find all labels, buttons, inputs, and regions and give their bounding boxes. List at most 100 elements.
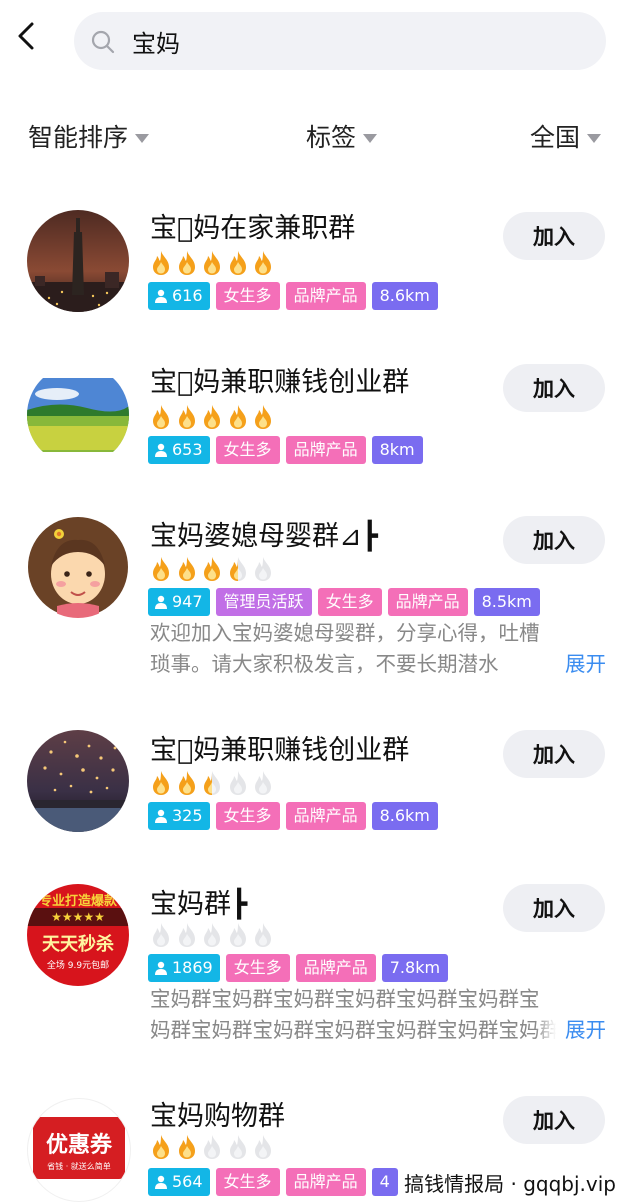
flame-icon xyxy=(229,405,246,429)
group-description: 宝妈群宝妈群宝妈群宝妈群宝妈群宝妈群宝 妈群宝妈群宝妈群宝妈群宝妈群宝妈群宝妈群… xyxy=(150,984,606,1046)
flame-icon xyxy=(153,923,169,947)
person-icon xyxy=(155,1175,167,1189)
flame-icon xyxy=(204,251,220,275)
person-icon xyxy=(155,595,167,609)
tag-badge: 品牌产品 xyxy=(295,954,376,982)
group-avatar-flash-sale: 专业打造爆款 ★★★★★ 天天秒杀 全场 9.9元包邮 xyxy=(27,884,129,986)
region-filter[interactable]: 全国 xyxy=(530,108,602,164)
group-title[interactable]: 宝妈婆媳母婴群⊿┣ xyxy=(150,514,378,553)
activity-rating xyxy=(150,770,278,796)
tag-badge: 女生多 xyxy=(215,436,280,464)
distance-badge: 8.5km xyxy=(473,588,540,616)
avatar-text-line: 天天秒杀 xyxy=(42,934,114,955)
member-count: 564 xyxy=(172,1172,203,1191)
flame-icon xyxy=(255,923,271,947)
group-tags: 325 女生多 品牌产品 8.6km xyxy=(148,802,444,830)
tag-badge: 女生多 xyxy=(215,1168,280,1196)
join-button[interactable]: 加入 xyxy=(503,516,605,564)
flame-icon xyxy=(204,1135,220,1159)
group-title[interactable]: 宝􏿽妈兼职赚钱创业群 xyxy=(150,728,409,767)
activity-rating xyxy=(150,250,278,276)
join-button[interactable]: 加入 xyxy=(503,730,605,778)
flame-icon xyxy=(153,557,169,581)
flame-icon xyxy=(178,923,195,947)
member-count-badge: 325 xyxy=(148,802,210,830)
description-line: 宝妈群宝妈群宝妈群宝妈群宝妈群宝妈群宝 xyxy=(150,987,540,1011)
member-count-badge: 653 xyxy=(148,436,210,464)
member-count-badge: 564 xyxy=(148,1168,210,1196)
tag-filter-label: 标签 xyxy=(306,123,357,152)
expand-link[interactable]: 展开 xyxy=(535,649,606,680)
join-button[interactable]: 加入 xyxy=(503,1096,605,1144)
back-arrow-icon[interactable] xyxy=(8,18,44,54)
sort-filter[interactable]: 智能排序 xyxy=(28,108,150,164)
flame-icon xyxy=(153,251,169,275)
group-tags: 653 女生多 品牌产品 8km xyxy=(148,436,429,464)
flame-icon xyxy=(229,771,246,795)
search-input[interactable] xyxy=(132,12,572,70)
group-avatar-cartoon-girl xyxy=(27,516,129,618)
flame-icon xyxy=(255,405,271,429)
group-title[interactable]: 宝􏿽妈兼职赚钱创业群 xyxy=(150,360,409,399)
group-tags: 616 女生多 品牌产品 8.6km xyxy=(148,282,444,310)
tag-badge: 品牌产品 xyxy=(285,282,366,310)
group-avatar-lanterns xyxy=(27,730,129,832)
member-count: 616 xyxy=(172,286,203,305)
distance-badge: 8.6km xyxy=(371,282,438,310)
tag-badge: 品牌产品 xyxy=(285,802,366,830)
distance-badge: 7.8km xyxy=(381,954,449,982)
flame-icon xyxy=(178,405,195,429)
person-icon xyxy=(155,961,167,975)
activity-rating xyxy=(150,922,278,948)
avatar-text-line: 省钱 · 就送么简单 xyxy=(47,1162,111,1171)
expand-link[interactable]: 展开 xyxy=(535,1015,606,1046)
filter-bar: 智能排序 标签 全国 xyxy=(0,108,632,164)
distance-badge: 8.6km xyxy=(371,802,438,830)
tag-badge: 品牌产品 xyxy=(285,436,366,464)
member-count: 1869 xyxy=(172,958,213,977)
region-filter-label: 全国 xyxy=(530,123,581,152)
group-avatar-meadow xyxy=(27,364,129,466)
search-bar[interactable] xyxy=(74,12,606,70)
avatar-text-line: 优惠券 xyxy=(45,1133,112,1158)
flame-icon xyxy=(204,557,220,581)
group-tags: 947 管理员活跃 女生多 品牌产品 8.5km xyxy=(148,588,546,616)
person-icon xyxy=(155,289,167,303)
member-count-badge: 1869 xyxy=(148,954,220,982)
flame-icon xyxy=(178,557,195,581)
flame-icon xyxy=(229,923,246,947)
join-button[interactable]: 加入 xyxy=(503,364,605,412)
join-button[interactable]: 加入 xyxy=(503,212,605,260)
flame-icon xyxy=(255,251,271,275)
sort-filter-label: 智能排序 xyxy=(28,123,129,152)
flame-icon xyxy=(178,1135,195,1159)
member-count-badge: 616 xyxy=(148,282,210,310)
group-title[interactable]: 宝妈购物群 xyxy=(150,1094,285,1133)
dropdown-triangle-icon xyxy=(587,133,602,143)
activity-rating xyxy=(150,556,278,582)
avatar-text-line: 全场 9.9元包邮 xyxy=(46,961,110,971)
flame-icon xyxy=(153,771,169,795)
member-count: 947 xyxy=(172,592,203,611)
group-title[interactable]: 宝妈群┣ xyxy=(150,882,247,921)
avatar-text-line: 专业打造爆款 xyxy=(38,894,117,909)
member-count: 325 xyxy=(172,806,203,825)
flame-icon xyxy=(178,251,195,275)
search-icon xyxy=(91,30,115,54)
flame-icon xyxy=(204,923,220,947)
tag-filter[interactable]: 标签 xyxy=(306,108,378,164)
tag-badge: 女生多 xyxy=(225,954,290,982)
person-icon xyxy=(155,443,167,457)
flame-icon xyxy=(229,1135,246,1159)
avatar-stars: ★★★★★ xyxy=(27,908,129,926)
person-icon xyxy=(155,809,167,823)
join-button[interactable]: 加入 xyxy=(503,884,605,932)
group-avatar-city-tower xyxy=(27,210,129,312)
group-avatar-coupon: 优惠券 省钱 · 就送么简单 xyxy=(27,1098,131,1202)
flame-icon xyxy=(204,771,220,795)
tag-badge: 女生多 xyxy=(317,588,382,616)
flame-icon xyxy=(255,1135,271,1159)
group-title[interactable]: 宝􏿽妈在家兼职群 xyxy=(150,206,355,245)
group-tags: 564 女生多 品牌产品 4 xyxy=(148,1168,404,1196)
flame-icon xyxy=(153,405,169,429)
